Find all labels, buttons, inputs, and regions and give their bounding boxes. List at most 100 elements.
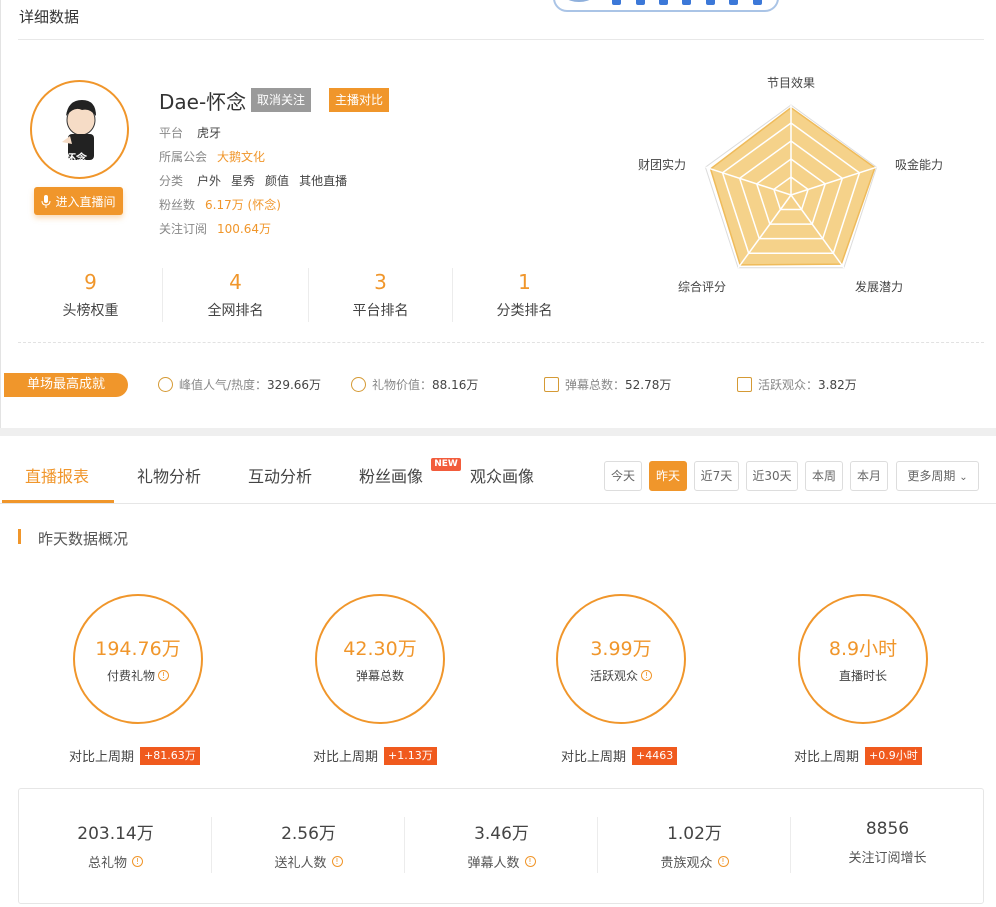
enter-live-button[interactable]: 进入直播间 [34, 187, 123, 215]
summary-label: 送礼人数 [274, 856, 327, 871]
compare-button[interactable]: 主播对比 [329, 88, 390, 112]
rank-stat-value: 4 [229, 270, 242, 294]
live-duration-circle: 8.9小时 直播时长 [798, 594, 928, 724]
metric-label: 峰值人气/热度： [179, 378, 268, 392]
rank-stat-value: 9 [84, 270, 97, 294]
toolbar-avatar[interactable] [557, 0, 601, 2]
metric-label: 礼物价值： [372, 378, 433, 392]
new-badge: NEW [431, 458, 461, 471]
section-title: 详细数据 [19, 8, 80, 26]
rank-stat-value: 1 [518, 270, 531, 294]
paid-gift-circle: 194.76万 付费礼物! [73, 594, 203, 724]
info-icon[interactable]: ! [331, 856, 343, 867]
compare-row: 对比上周期 +4463 [561, 746, 678, 765]
tabs-divider [0, 503, 996, 504]
info-icon[interactable]: ! [158, 670, 169, 681]
guild-label: 所属公会 [159, 150, 208, 164]
rank-stat: 9 头榜权重 [18, 270, 163, 320]
info-icon[interactable]: ! [641, 670, 652, 681]
dashed-divider [18, 342, 984, 343]
overview-title: 昨天数据概况 [38, 530, 129, 548]
radar-label: 发展潜力 [855, 280, 904, 294]
circle-label: 弹幕总数 [355, 669, 404, 683]
range-today-button[interactable]: 今天 [604, 461, 642, 491]
tool-icon-5[interactable] [705, 0, 715, 5]
summary-cell: 1.02万 贵族观众! [598, 819, 791, 871]
summary-cell: 8856 关注订阅增长 [791, 819, 984, 866]
tool-icon-3[interactable] [659, 0, 669, 5]
circle-label: 直播时长 [838, 669, 887, 683]
tab-live-report[interactable]: 直播报表 [25, 463, 89, 487]
summary-value: 8856 [865, 819, 910, 839]
radar-label: 财团实力 [638, 158, 687, 172]
peak-popularity-metric: 峰值人气/热度：329.66万 [158, 376, 321, 393]
range-this-week-button[interactable]: 本周 [805, 461, 843, 491]
tool-icon-4[interactable] [682, 0, 692, 5]
rank-stat-label: 平台排名 [352, 303, 409, 319]
radar-label: 节目效果 [767, 76, 816, 90]
tab-gift-analysis[interactable]: 礼物分析 [137, 463, 201, 487]
summary-cell: 2.56万 送礼人数! [212, 819, 405, 871]
summary-cell: 203.14万 总礼物! [19, 819, 212, 871]
tab-interaction-analysis[interactable]: 互动分析 [248, 463, 312, 487]
category-item[interactable]: 户外 [197, 174, 221, 188]
unfollow-button[interactable]: 取消关注 [251, 88, 312, 112]
compare-label: 对比上周期 [313, 750, 379, 765]
guild-row: 所属公会 大鹅文化 [159, 148, 265, 165]
circle-value: 42.30万 [343, 638, 417, 660]
platform-value: 虎牙 [197, 126, 222, 140]
list-icon [544, 377, 559, 392]
tool-icon-2[interactable] [635, 0, 645, 5]
tool-icon-1[interactable] [612, 0, 622, 5]
info-icon[interactable]: ! [132, 856, 143, 867]
range-30days-button[interactable]: 近30天 [746, 461, 798, 491]
circle-value: 194.76万 [95, 638, 181, 660]
rank-stat-label: 分类排名 [496, 303, 553, 319]
subs-label: 关注订阅 [159, 222, 208, 236]
rank-stat: 1 分类排名 [452, 270, 597, 320]
metric-value: 3.82万 [818, 378, 857, 392]
subs-value: 100.64万 [217, 222, 272, 236]
range-yesterday-button[interactable]: 昨天 [649, 461, 687, 491]
tab-fan-profile[interactable]: 粉丝画像 [359, 463, 423, 487]
floating-toolbar[interactable] [553, 0, 779, 12]
guild-link[interactable]: 大鹅文化 [217, 150, 265, 164]
category-item[interactable]: 颜值 [265, 174, 289, 188]
info-icon[interactable]: ! [717, 856, 729, 867]
range-this-month-button[interactable]: 本月 [850, 461, 888, 491]
tool-icon-6[interactable] [729, 0, 739, 5]
tab-audience-profile[interactable]: 观众画像 [470, 463, 534, 487]
report-card: 直播报表 礼物分析 互动分析 粉丝画像 NEW 观众画像 今天 昨天 近7天 近… [0, 436, 996, 907]
range-7days-button[interactable]: 近7天 [694, 461, 739, 491]
subheader-accent [18, 529, 21, 544]
avatar[interactable]: 怀念 [30, 80, 129, 179]
summary-value: 1.02万 [667, 824, 722, 844]
rank-stat: 4 全网排名 [163, 270, 308, 320]
summary-box: 203.14万 总礼物! 2.56万 送礼人数! 3.46万 弹幕人数! 1.0… [18, 788, 984, 904]
avatar-caption: 怀念 [65, 152, 87, 165]
best-record-badge: 单场最高成就 [4, 373, 128, 397]
delta-badge: +1.13万 [384, 746, 437, 765]
rank-stat-label: 头榜权重 [62, 303, 119, 319]
compare-label: 对比上周期 [69, 750, 135, 765]
more-periods-dropdown[interactable]: 更多周期 ⌄ [896, 461, 979, 491]
tool-icon-7[interactable] [752, 0, 762, 5]
metric-value: 88.16万 [432, 378, 479, 392]
metric-value: 52.78万 [625, 378, 672, 392]
summary-label: 总礼物 [87, 856, 127, 871]
summary-value: 3.46万 [474, 824, 529, 844]
delta-badge: +4463 [632, 746, 678, 765]
info-icon[interactable]: ! [524, 856, 536, 867]
summary-label: 关注订阅增长 [848, 851, 927, 866]
compare-row: 对比上周期 +1.13万 [313, 746, 437, 765]
magnify-person-icon [158, 377, 173, 392]
coin-icon [351, 377, 366, 392]
compare-row: 对比上周期 +0.9小时 [794, 746, 922, 765]
category-item[interactable]: 其他直播 [299, 174, 347, 188]
more-periods-label: 更多周期 [907, 469, 956, 483]
metric-label: 活跃观众： [758, 378, 819, 392]
category-item[interactable]: 星秀 [231, 174, 255, 188]
wave-icon [737, 377, 752, 392]
fans-label: 粉丝数 [159, 198, 196, 212]
compare-label: 对比上周期 [794, 750, 860, 765]
